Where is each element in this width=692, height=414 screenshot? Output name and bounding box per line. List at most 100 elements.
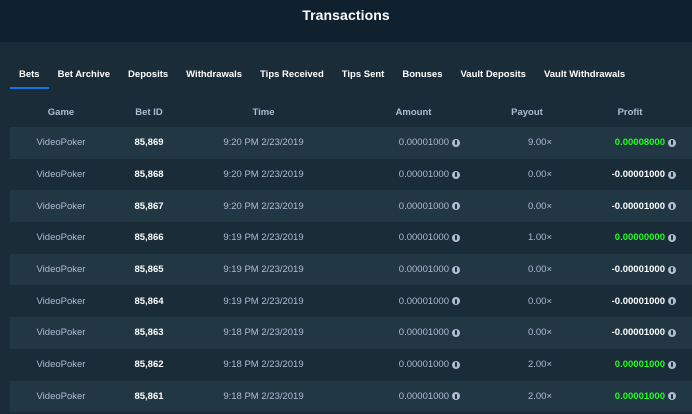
profit-cell: 0.00001000: [568, 381, 692, 413]
amount-cell: 0.00001000: [341, 317, 486, 349]
payout-cell: 0.00×: [486, 285, 568, 317]
coin-icon: [668, 170, 676, 179]
amount-cell-text: 0.00001000: [398, 137, 449, 149]
profit-cell: 0.00001000: [568, 349, 692, 381]
payout-cell-text: 2.00×: [527, 359, 552, 371]
tab-tips-sent[interactable]: Tips Sent: [333, 64, 394, 88]
amount-cell-text: 0.00001000: [398, 327, 449, 339]
bet-id-cell[interactable]: 85,866: [112, 222, 186, 254]
game-cell-text: VideoPoker: [36, 264, 86, 276]
payout-cell: 2.00×: [486, 381, 568, 413]
game-cell: VideoPoker: [10, 190, 112, 222]
bet-id-cell[interactable]: 85,862: [112, 349, 186, 381]
payout-cell-text: 9.00×: [527, 137, 552, 149]
game-cell: VideoPoker: [10, 317, 112, 349]
payout-cell-text: 0.00×: [527, 295, 552, 307]
bet-id-cell[interactable]: 85,868: [112, 159, 186, 191]
bet-id-cell-text: 85,869: [134, 137, 164, 149]
game-cell: VideoPoker: [10, 159, 112, 191]
coin-icon: [668, 202, 676, 211]
game-cell: VideoPoker: [10, 285, 112, 317]
profit-cell: -0.00001000: [568, 159, 692, 191]
amount-cell-text: 0.00001000: [398, 200, 449, 212]
bet-id-cell-text: 85,868: [134, 169, 164, 181]
tab-bet-archive[interactable]: Bet Archive: [49, 64, 119, 88]
tab-tips-received[interactable]: Tips Received: [251, 64, 333, 88]
coin-icon: [668, 392, 676, 401]
payout-cell: 9.00×: [486, 127, 568, 159]
table-row[interactable]: VideoPoker 85,861 9:18 PM 2/23/2019 0.00001…: [10, 380, 692, 413]
game-cell-text: VideoPoker: [36, 359, 86, 371]
profit-cell-text: 0.00000000: [614, 232, 665, 244]
time-cell-text: 9:18 PM 2/23/2019: [223, 327, 304, 339]
payout-cell-text: 0.00×: [527, 169, 552, 181]
time-cell: 9:20 PM 2/23/2019: [186, 127, 341, 159]
game-cell-text: VideoPoker: [36, 295, 86, 307]
time-cell: 9:19 PM 2/23/2019: [186, 285, 341, 317]
payout-cell: 0.00×: [486, 317, 568, 349]
bet-id-cell[interactable]: 85,867: [112, 190, 186, 222]
table-row[interactable]: VideoPoker 85,865 9:19 PM 2/23/2019 0.00001…: [10, 253, 692, 286]
profit-cell-text: 0.00001000: [614, 359, 665, 371]
game-cell: VideoPoker: [10, 381, 112, 413]
coin-icon: [452, 265, 460, 274]
time-cell-text: 9:19 PM 2/23/2019: [223, 264, 304, 276]
tab-bar: Bets Bet Archive Deposits Withdrawals Ti…: [10, 64, 634, 89]
table-row[interactable]: VideoPoker 85,866 9:19 PM 2/23/2019 0.00001…: [10, 222, 692, 254]
time-cell: 9:18 PM 2/23/2019: [186, 349, 341, 381]
amount-cell: 0.00001000: [341, 349, 486, 381]
time-cell: 9:20 PM 2/23/2019: [186, 159, 341, 191]
profit-cell: -0.00001000: [568, 190, 692, 222]
payout-cell-text: 0.00×: [527, 327, 552, 339]
time-cell: 9:18 PM 2/23/2019: [186, 381, 341, 413]
profit-cell-text: -0.00001000: [611, 264, 665, 276]
game-cell: VideoPoker: [10, 349, 112, 381]
table-row[interactable]: VideoPoker 85,862 9:18 PM 2/23/2019 0.00001…: [10, 348, 692, 381]
game-cell-text: VideoPoker: [36, 137, 86, 149]
profit-cell-text: 0.00001000: [614, 390, 665, 402]
page-title: Transactions: [302, 7, 390, 23]
payout-cell: 2.00×: [486, 349, 568, 381]
game-cell: VideoPoker: [10, 254, 112, 286]
profit-cell-text: -0.00001000: [611, 200, 665, 212]
time-cell-text: 9:18 PM 2/23/2019: [223, 390, 304, 402]
bet-id-cell-text: 85,863: [134, 327, 164, 339]
bet-id-cell[interactable]: 85,865: [112, 254, 186, 286]
payout-cell: 1.00×: [486, 222, 568, 254]
table-row[interactable]: VideoPoker 85,868 9:20 PM 2/23/2019 0.00001…: [10, 158, 692, 191]
column-header-profit: Profit: [617, 106, 643, 118]
payout-cell: 0.00×: [486, 159, 568, 191]
time-cell-text: 9:19 PM 2/23/2019: [223, 295, 304, 307]
coin-icon: [452, 202, 460, 211]
tab-bonuses[interactable]: Bonuses: [393, 64, 451, 88]
coin-icon: [452, 170, 460, 179]
table-row[interactable]: VideoPoker 85,864 9:19 PM 2/23/2019 0.00001…: [10, 285, 692, 318]
tab-deposits[interactable]: Deposits: [119, 64, 177, 88]
bet-id-cell-text: 85,861: [134, 390, 164, 402]
amount-cell-text: 0.00001000: [398, 359, 449, 371]
time-cell-text: 9:19 PM 2/23/2019: [223, 232, 304, 244]
bet-id-cell[interactable]: 85,869: [112, 127, 186, 159]
payout-cell-text: 0.00×: [527, 264, 552, 276]
bet-id-cell-text: 85,865: [134, 264, 164, 276]
table-row[interactable]: VideoPoker 85,863 9:18 PM 2/23/2019 0.00001…: [10, 317, 692, 349]
time-cell-text: 9:18 PM 2/23/2019: [223, 359, 304, 371]
amount-cell-text: 0.00001000: [398, 390, 449, 402]
amount-cell: 0.00001000: [341, 190, 486, 222]
tab-vault-withdrawals[interactable]: Vault Withdrawals: [535, 64, 634, 88]
transactions-panel: Bets Bet Archive Deposits Withdrawals Ti…: [0, 42, 692, 414]
tab-bets[interactable]: Bets: [10, 64, 49, 89]
bet-id-cell[interactable]: 85,864: [112, 285, 186, 317]
table-row[interactable]: VideoPoker 85,867 9:20 PM 2/23/2019 0.00001…: [10, 190, 692, 223]
column-header-time: Time: [252, 106, 275, 118]
amount-cell: 0.00001000: [341, 159, 486, 191]
coin-icon: [668, 233, 676, 242]
bet-id-cell-text: 85,864: [134, 295, 164, 307]
bet-id-cell[interactable]: 85,863: [112, 317, 186, 349]
time-cell-text: 9:20 PM 2/23/2019: [223, 200, 304, 212]
table-row[interactable]: VideoPoker 85,869 9:20 PM 2/23/2019 0.00001…: [10, 127, 692, 159]
profit-cell: 0.00008000: [568, 127, 692, 159]
tab-vault-deposits[interactable]: Vault Deposits: [451, 64, 534, 88]
bet-id-cell[interactable]: 85,861: [112, 381, 186, 413]
tab-withdrawals[interactable]: Withdrawals: [177, 64, 251, 88]
